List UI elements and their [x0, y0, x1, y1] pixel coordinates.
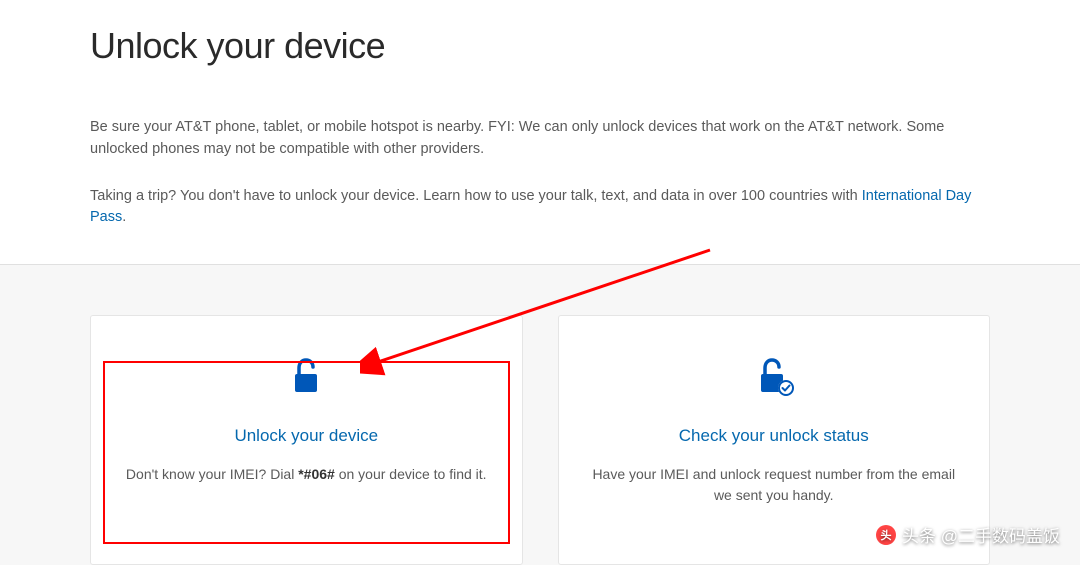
page-title: Unlock your device: [90, 25, 990, 67]
unlock-desc-prefix: Don't know your IMEI? Dial: [126, 466, 298, 482]
status-card-title: Check your unlock status: [679, 426, 869, 446]
header-section: Unlock your device Be sure your AT&T pho…: [0, 0, 1080, 259]
unlock-card-description: Don't know your IMEI? Dial *#06# on your…: [126, 464, 487, 485]
cards-section: Unlock your device Don't know your IMEI?…: [0, 265, 1080, 565]
watermark-logo-icon: 头: [876, 525, 896, 545]
trip-text-prefix: Taking a trip? You don't have to unlock …: [90, 188, 862, 204]
status-card-description: Have your IMEI and unlock request number…: [589, 464, 960, 506]
unlock-device-card[interactable]: Unlock your device Don't know your IMEI?…: [90, 315, 523, 565]
unlock-icon: [285, 356, 327, 398]
watermark: 头 头条 @二手数码盖饭: [876, 522, 1060, 547]
watermark-text: 头条 @二手数码盖饭: [902, 522, 1060, 547]
unlock-desc-suffix: on your device to find it.: [335, 466, 487, 482]
unlock-card-title: Unlock your device: [234, 426, 378, 446]
intro-text: Be sure your AT&T phone, tablet, or mobi…: [90, 117, 990, 161]
imei-dial-code: *#06#: [298, 466, 335, 482]
trip-text-suffix: .: [122, 209, 126, 225]
unlock-check-icon: [751, 356, 797, 398]
trip-text: Taking a trip? You don't have to unlock …: [90, 186, 990, 230]
